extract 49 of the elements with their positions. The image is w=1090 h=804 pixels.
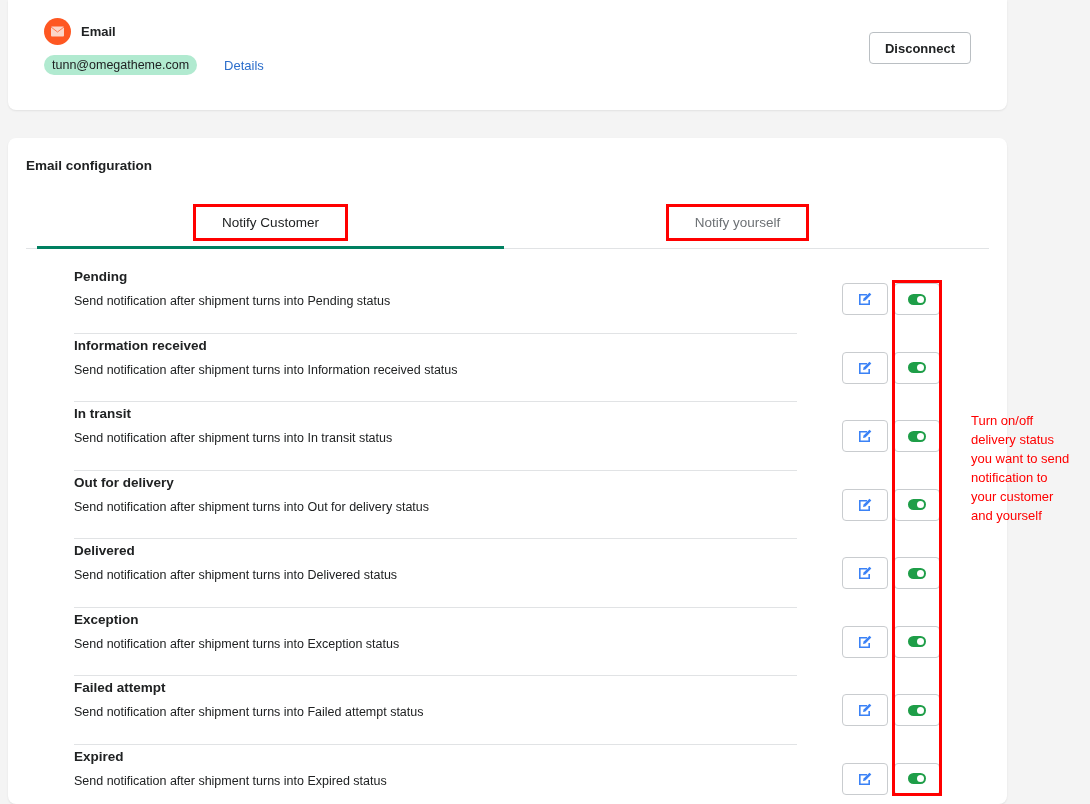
edit-icon: [857, 428, 873, 444]
edit-button[interactable]: [842, 557, 888, 589]
edit-button[interactable]: [842, 420, 888, 452]
email-address-badge: tunn@omegatheme.com: [44, 55, 198, 75]
mail-icon: [44, 18, 71, 45]
status-description: Send notification after shipment turns into Out for delivery status: [74, 499, 431, 514]
edit-icon: [857, 633, 873, 650]
status-description: Send notification after shipment turns into Failed attempt status: [74, 705, 425, 719]
edit-button[interactable]: [842, 488, 888, 521]
status-title: In transit: [74, 406, 132, 421]
status-description: Send notification after shipment turns into Information received status: [74, 362, 459, 377]
edit-button[interactable]: [842, 762, 888, 795]
status-description: Send notification after shipment turns into Pending status: [74, 294, 392, 308]
status-description: Send notification after shipment turns into Exception status: [74, 636, 401, 651]
status-title: Exception: [74, 611, 140, 627]
toggle-button[interactable]: [894, 283, 940, 315]
edit-icon: [857, 702, 873, 718]
edit-button[interactable]: [842, 351, 888, 384]
toggle-button[interactable]: [894, 488, 940, 521]
status-title: Delivered: [74, 543, 136, 558]
edit-icon: [857, 770, 873, 787]
edit-icon: [857, 565, 873, 581]
toggle-button[interactable]: [894, 762, 940, 795]
edit-button[interactable]: [842, 694, 888, 726]
annotation-note: Turn on/off delivery status you want to send notification to your customer and yourself: [971, 412, 1071, 525]
status-description: Send notification after shipment turns into Expired status: [74, 773, 388, 788]
account-label: Email: [81, 24, 116, 39]
edit-button[interactable]: [842, 283, 888, 315]
status-description: Send notification after shipment turns into Delivered status: [74, 568, 399, 582]
status-description: Send notification after shipment turns into In transit status: [74, 431, 394, 445]
edit-icon: [857, 496, 873, 513]
status-title: Failed attempt: [74, 680, 167, 695]
status-title: Expired: [74, 748, 125, 764]
tab[interactable]: Notify Customer: [37, 199, 504, 249]
edit-icon: [857, 359, 873, 376]
section-title: Email configuration: [26, 158, 153, 173]
toggle-button[interactable]: [894, 625, 940, 658]
edit-icon: [857, 291, 873, 307]
toggle-button[interactable]: [894, 694, 940, 726]
status-title: Out for delivery: [74, 474, 175, 490]
edit-button[interactable]: [842, 625, 888, 658]
toggle-button[interactable]: [894, 351, 940, 384]
details-link[interactable]: Details: [224, 57, 264, 73]
toggle-button[interactable]: [894, 420, 940, 452]
status-title: Information received: [74, 337, 208, 353]
disconnect-button[interactable]: Disconnect: [868, 32, 971, 64]
tab[interactable]: Notify yourself: [504, 199, 971, 249]
status-title: Pending: [74, 269, 129, 284]
toggle-button[interactable]: [894, 557, 940, 589]
